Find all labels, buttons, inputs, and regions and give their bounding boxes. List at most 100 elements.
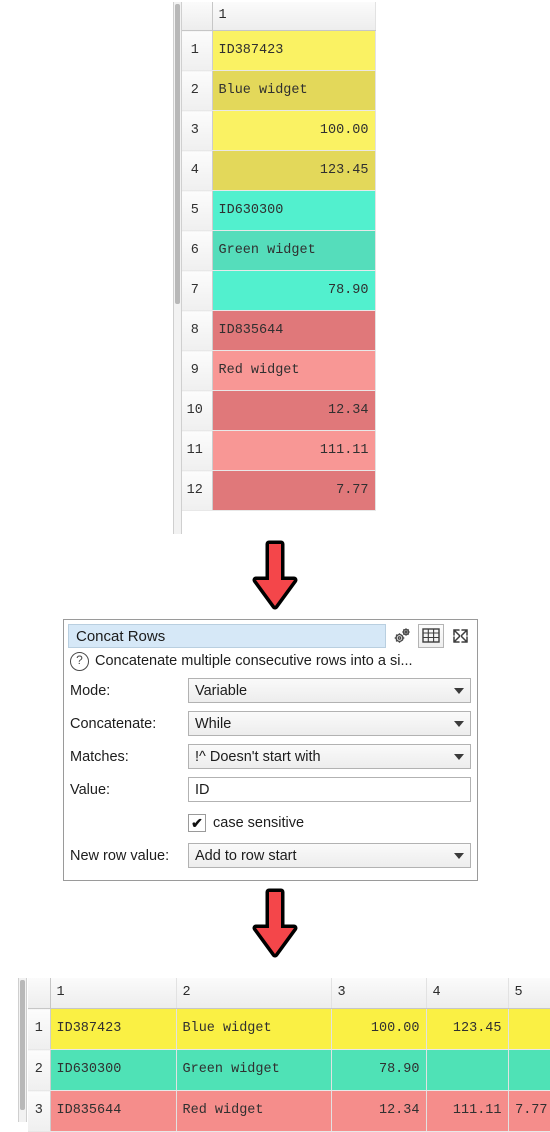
table-cell[interactable]: ID630300 xyxy=(50,1049,177,1091)
table-row[interactable]: 3 ID835644 Red widget 12.34 111.11 7.77 xyxy=(28,1090,550,1132)
row-header[interactable]: 3 xyxy=(178,110,213,151)
table-row[interactable]: 9 Red widget xyxy=(178,350,376,391)
row-header[interactable]: 12 xyxy=(178,470,213,511)
row-header[interactable]: 10 xyxy=(178,390,213,431)
value-input[interactable]: ID xyxy=(188,777,471,802)
output-col-header-2[interactable]: 2 xyxy=(176,978,332,1009)
dialog-help-row: ? Concatenate multiple consecutive rows … xyxy=(64,648,477,674)
row-header[interactable]: 5 xyxy=(178,190,213,231)
row-header[interactable]: 4 xyxy=(178,150,213,191)
table-cell[interactable]: Red widget xyxy=(212,350,376,391)
table-cell[interactable]: Red widget xyxy=(176,1090,332,1132)
input-col-header-1[interactable]: 1 xyxy=(212,2,376,31)
chevron-down-icon xyxy=(454,852,464,859)
table-icon[interactable] xyxy=(418,623,444,648)
table-cell[interactable]: Green widget xyxy=(176,1049,332,1091)
table-row[interactable]: 6 Green widget xyxy=(178,230,376,271)
table-cell[interactable]: 123.45 xyxy=(212,150,376,191)
table-cell[interactable] xyxy=(508,1008,550,1050)
row-header[interactable]: 9 xyxy=(178,350,213,391)
field-row-mode: Mode: Variable xyxy=(64,674,477,707)
table-cell[interactable]: Green widget xyxy=(212,230,376,271)
output-col-header-4[interactable]: 4 xyxy=(426,978,509,1009)
table-row[interactable]: 2 Blue widget xyxy=(178,70,376,111)
question-icon[interactable]: ? xyxy=(70,651,89,671)
table-row[interactable]: 2 ID630300 Green widget 78.90 xyxy=(28,1049,550,1091)
dialog-title-row: Concat Rows xyxy=(64,620,477,648)
output-col-header-1[interactable]: 1 xyxy=(50,978,177,1009)
output-table-header-row: 12345 xyxy=(28,978,550,1009)
table-row[interactable]: 1 ID387423 xyxy=(178,30,376,71)
table-row[interactable]: 3 100.00 xyxy=(178,110,376,151)
field-row-value: Value: ID xyxy=(64,773,477,806)
row-header[interactable]: 1 xyxy=(28,1008,51,1050)
table-cell[interactable] xyxy=(426,1049,509,1091)
chevron-down-icon xyxy=(454,687,464,694)
expand-icon[interactable] xyxy=(447,624,473,648)
input-table-crop-edge xyxy=(377,2,382,534)
new-row-value-select[interactable]: Add to row start xyxy=(188,843,471,868)
table-cell[interactable]: Blue widget xyxy=(176,1008,332,1050)
table-row[interactable]: 7 78.90 xyxy=(178,270,376,311)
output-col-header-5[interactable]: 5 xyxy=(508,978,550,1009)
case-sensitive-label[interactable]: case sensitive xyxy=(213,815,304,831)
row-header[interactable]: 7 xyxy=(178,270,213,311)
concatenate-label: Concatenate: xyxy=(70,715,157,732)
table-cell[interactable]: 100.00 xyxy=(331,1008,427,1050)
table-cell[interactable]: 78.90 xyxy=(212,270,376,311)
row-header[interactable]: 2 xyxy=(28,1049,51,1091)
matches-select[interactable]: !^ Doesn't start with xyxy=(188,744,471,769)
table-cell[interactable]: 123.45 xyxy=(426,1008,509,1050)
table-cell[interactable]: 78.90 xyxy=(331,1049,427,1091)
concatenate-value: While xyxy=(195,715,232,732)
table-cell[interactable]: ID387423 xyxy=(50,1008,177,1050)
case-sensitive-checkbox[interactable]: ✔ xyxy=(188,813,206,832)
table-cell[interactable]: ID387423 xyxy=(212,30,376,71)
table-cell[interactable]: 7.77 xyxy=(212,470,376,511)
mode-select[interactable]: Variable xyxy=(188,678,471,703)
row-header[interactable]: 11 xyxy=(178,430,213,471)
input-table-header-row: 1 xyxy=(178,2,376,31)
row-header[interactable]: 6 xyxy=(178,230,213,271)
table-cell[interactable]: 12.34 xyxy=(331,1090,427,1132)
input-table-scrollbar[interactable] xyxy=(173,2,182,534)
table-row[interactable]: 1 ID387423 Blue widget 100.00 123.45 xyxy=(28,1008,550,1050)
input-table-corner[interactable] xyxy=(178,2,213,31)
table-row[interactable]: 5 ID630300 xyxy=(178,190,376,231)
row-header[interactable]: 1 xyxy=(178,30,213,71)
table-cell[interactable]: Blue widget xyxy=(212,70,376,111)
table-cell[interactable]: 7.77 xyxy=(508,1090,550,1132)
chevron-down-icon xyxy=(454,753,464,760)
output-table-corner[interactable] xyxy=(28,978,51,1009)
table-row[interactable]: 4 123.45 xyxy=(178,150,376,191)
table-row[interactable]: 12 7.77 xyxy=(178,470,376,511)
row-header[interactable]: 2 xyxy=(178,70,213,111)
table-row[interactable]: 10 12.34 xyxy=(178,390,376,431)
table-row[interactable]: 8 ID835644 xyxy=(178,310,376,351)
gears-icon[interactable] xyxy=(389,624,415,648)
dialog-title-input[interactable]: Concat Rows xyxy=(68,623,386,648)
dialog-help-text: Concatenate multiple consecutive rows in… xyxy=(95,653,413,669)
table-cell[interactable] xyxy=(508,1049,550,1091)
field-row-concatenate: Concatenate: While xyxy=(64,707,477,740)
output-table[interactable]: 12345 1 ID387423 Blue widget 100.00 123.45 2 I… xyxy=(28,978,550,1132)
output-table-scrollbar[interactable] xyxy=(18,978,27,1122)
input-table-scrollbar-thumb[interactable] xyxy=(175,4,180,304)
table-cell[interactable]: 111.11 xyxy=(426,1090,509,1132)
table-cell[interactable]: 12.34 xyxy=(212,390,376,431)
output-table-panel: 12345 1 ID387423 Blue widget 100.00 123.45 2 I… xyxy=(8,978,550,1132)
table-row[interactable]: 11 111.11 xyxy=(178,430,376,471)
table-cell[interactable]: ID835644 xyxy=(50,1090,177,1132)
table-cell[interactable]: ID630300 xyxy=(212,190,376,231)
concatenate-select[interactable]: While xyxy=(188,711,471,736)
flow-arrow-bottom xyxy=(247,888,303,960)
table-cell[interactable]: 100.00 xyxy=(212,110,376,151)
table-cell[interactable]: ID835644 xyxy=(212,310,376,351)
output-table-scrollbar-thumb[interactable] xyxy=(20,980,25,1110)
table-cell[interactable]: 111.11 xyxy=(212,430,376,471)
row-header[interactable]: 8 xyxy=(178,310,213,351)
output-col-header-3[interactable]: 3 xyxy=(331,978,427,1009)
row-header[interactable]: 3 xyxy=(28,1090,51,1132)
input-table[interactable]: 1 1 ID387423 2 Blue widget 3 100.00 4 123.45 5 ID… xyxy=(178,2,376,511)
matches-value: !^ Doesn't start with xyxy=(195,748,321,765)
